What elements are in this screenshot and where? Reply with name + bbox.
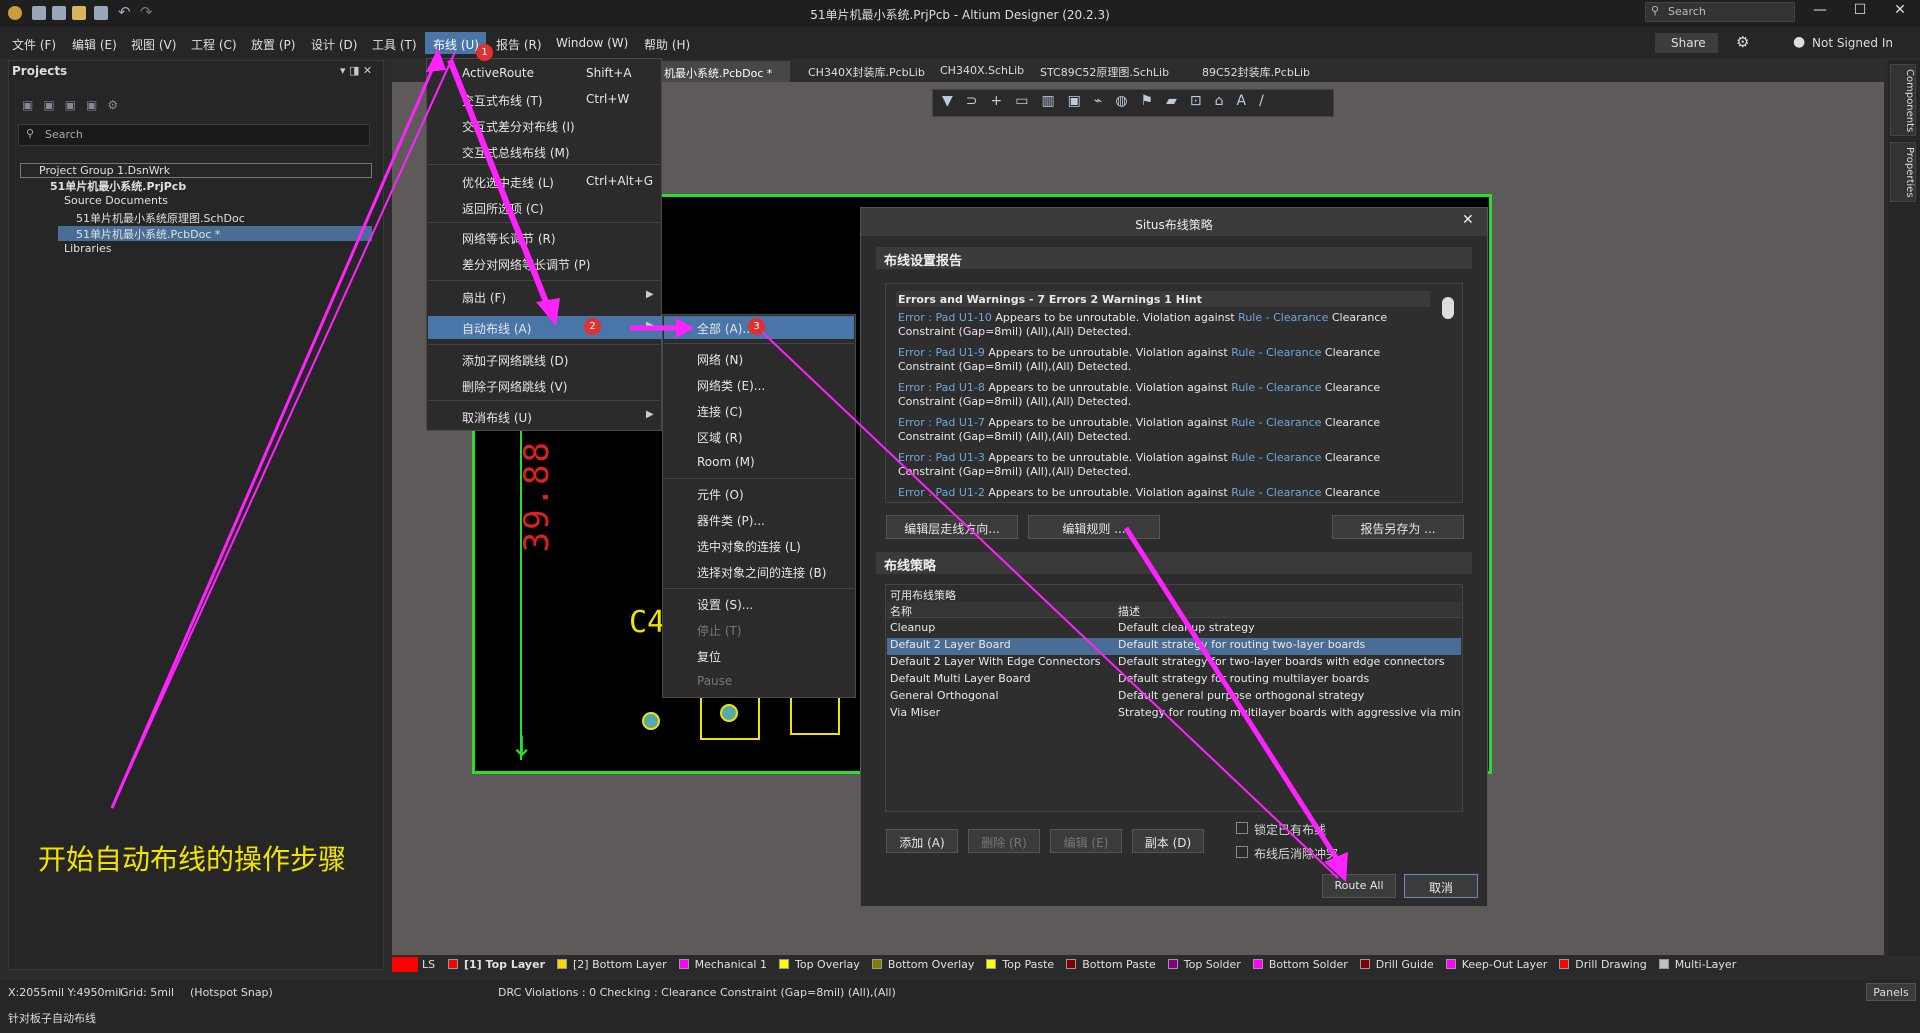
layer-tab-label: Multi-Layer — [1674, 958, 1737, 971]
layer-tab-label: Top Overlay — [794, 958, 860, 971]
annotation-arrowhead — [536, 298, 560, 326]
layer-tab[interactable]: Top Paste — [986, 958, 1054, 971]
step-badge: 3 — [748, 318, 765, 335]
panels-button[interactable]: Panels — [1866, 983, 1916, 1001]
layer-color-swatch — [778, 959, 789, 969]
drc-status: DRC Violations : 0 Checking : Clearance … — [498, 986, 896, 999]
current-layer-swatch[interactable] — [392, 957, 418, 972]
layer-tab-label: Keep-Out Layer — [1461, 958, 1548, 971]
step-badge: 2 — [584, 318, 601, 335]
layer-color-swatch — [1359, 959, 1370, 969]
layer-tab-label: Top Solder — [1183, 958, 1241, 971]
layer-tab[interactable]: Mechanical 1 — [678, 958, 767, 971]
annotation-arrow-line — [759, 329, 1339, 879]
layer-tab-label: Top Paste — [1002, 958, 1055, 971]
layer-tab[interactable]: Bottom Paste — [1066, 958, 1156, 971]
layer-tab[interactable]: [1] Top Layer — [448, 958, 545, 971]
annotation-text: 开始自动布线的操作步骤 — [38, 843, 347, 876]
annotation-arrow-line — [447, 58, 553, 314]
layer-color-swatch — [448, 959, 458, 969]
layer-color-swatch — [986, 959, 997, 969]
layer-color-swatch — [1445, 959, 1456, 969]
layer-tab[interactable]: Top Overlay — [778, 958, 860, 971]
layer-tab[interactable]: Top Solder — [1167, 958, 1241, 971]
grid-size: Grid: 5mil — [120, 986, 175, 999]
annotation-arrow-line — [1123, 526, 1343, 866]
layer-color-swatch — [1658, 959, 1669, 969]
snap-mode: (Hotspot Snap) — [190, 986, 273, 999]
layer-set-button[interactable]: LS — [422, 958, 435, 971]
layer-tab[interactable]: Keep-Out Layer — [1445, 958, 1548, 971]
layer-tab-label: Bottom Paste — [1082, 958, 1156, 971]
status-bar — [0, 980, 1920, 1033]
layer-tab[interactable]: Bottom Overlay — [871, 958, 975, 971]
command-hint: 针对板子自动布线 — [8, 1012, 96, 1025]
layer-color-swatch — [1252, 959, 1263, 969]
layer-tab-label: Drill Drawing — [1575, 958, 1647, 971]
layer-tab-label: Mechanical 1 — [694, 958, 767, 971]
layer-tab[interactable]: Multi-Layer — [1658, 958, 1737, 971]
layer-tab-label: Bottom Solder — [1268, 958, 1348, 971]
annotation-arrowhead — [676, 318, 694, 338]
cursor-coordinates: X:2055mil Y:4950mil — [8, 986, 122, 999]
layer-color-swatch — [1559, 959, 1570, 969]
layer-tabs: [1] Top Layer [2] Bottom Layer Mechanical … — [448, 958, 1748, 971]
layer-tab[interactable]: Drill Guide — [1359, 958, 1434, 971]
layer-tab[interactable]: Bottom Solder — [1252, 958, 1348, 971]
layer-color-swatch — [678, 959, 689, 969]
annotation-arrowhead — [426, 48, 446, 72]
layer-tab[interactable]: [2] Bottom Layer — [557, 958, 667, 971]
layer-color-swatch — [1066, 959, 1077, 969]
step-badge: 1 — [476, 44, 493, 61]
layer-color-swatch — [1167, 959, 1178, 969]
annotation-arrows — [110, 48, 1348, 882]
layer-tab-label: [1] Top Layer — [464, 958, 545, 971]
annotation-arrow-line — [111, 51, 456, 809]
layer-color-swatch — [871, 959, 882, 969]
layer-tab[interactable]: Drill Drawing — [1559, 958, 1647, 971]
layer-tab-label: [2] Bottom Layer — [573, 958, 667, 971]
layer-tab-label: Bottom Overlay — [887, 958, 975, 971]
layer-tab-label: Drill Guide — [1375, 958, 1434, 971]
layer-color-swatch — [557, 959, 567, 969]
annotation-arrow-line — [110, 55, 440, 809]
